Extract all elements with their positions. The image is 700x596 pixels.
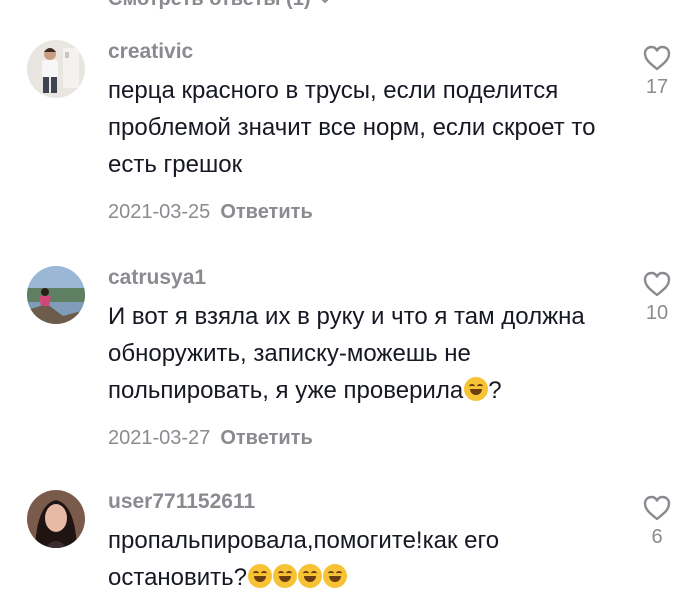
see-replies-label: Смотреть ответы (1) (108, 0, 311, 11)
avatar[interactable] (27, 40, 85, 98)
comment-text: перца красного в трусы, если поделится п… (108, 77, 596, 178)
comment-text: пропальпировала,помогите!как его останов… (108, 527, 500, 591)
rolling-on-the-floor-laughing-icon (323, 564, 348, 588)
comment-username[interactable]: catrusya1 (108, 266, 206, 290)
heart-outline-icon[interactable] (642, 494, 672, 522)
reply-button[interactable]: Ответить (220, 201, 312, 223)
like-button[interactable]: 6 (628, 494, 686, 549)
like-count: 17 (645, 76, 669, 98)
like-button[interactable]: 17 (628, 44, 686, 99)
like-count: 10 (645, 302, 669, 324)
see-replies-link[interactable]: Смотреть ответы (1) (108, 0, 333, 11)
heart-outline-icon[interactable] (642, 44, 672, 72)
comment-date: 2021-03-27 (108, 427, 211, 449)
rolling-on-the-floor-laughing-icon (248, 564, 273, 588)
rolling-on-the-floor-laughing-icon (298, 564, 323, 588)
face-with-tears-of-joy-icon (464, 377, 489, 401)
rolling-on-the-floor-laughing-icon (273, 564, 298, 588)
comment-date: 2021-03-25 (108, 201, 211, 223)
comment-username[interactable]: creativic (108, 40, 193, 64)
comment-text: И вот я взяла их в руку и что я там долж… (108, 303, 585, 404)
avatar[interactable] (27, 490, 85, 548)
comment-meta: 2021-03-27 Ответить (108, 427, 313, 450)
avatar[interactable] (27, 266, 85, 324)
like-count: 6 (651, 526, 663, 548)
comment-meta: 2021-03-25 Ответить (108, 201, 313, 224)
like-button[interactable]: 10 (628, 270, 686, 325)
heart-outline-icon[interactable] (642, 270, 672, 298)
chevron-down-icon (321, 0, 328, 3)
comment-username[interactable]: user771152611 (108, 490, 255, 514)
reply-button[interactable]: Ответить (220, 427, 312, 449)
